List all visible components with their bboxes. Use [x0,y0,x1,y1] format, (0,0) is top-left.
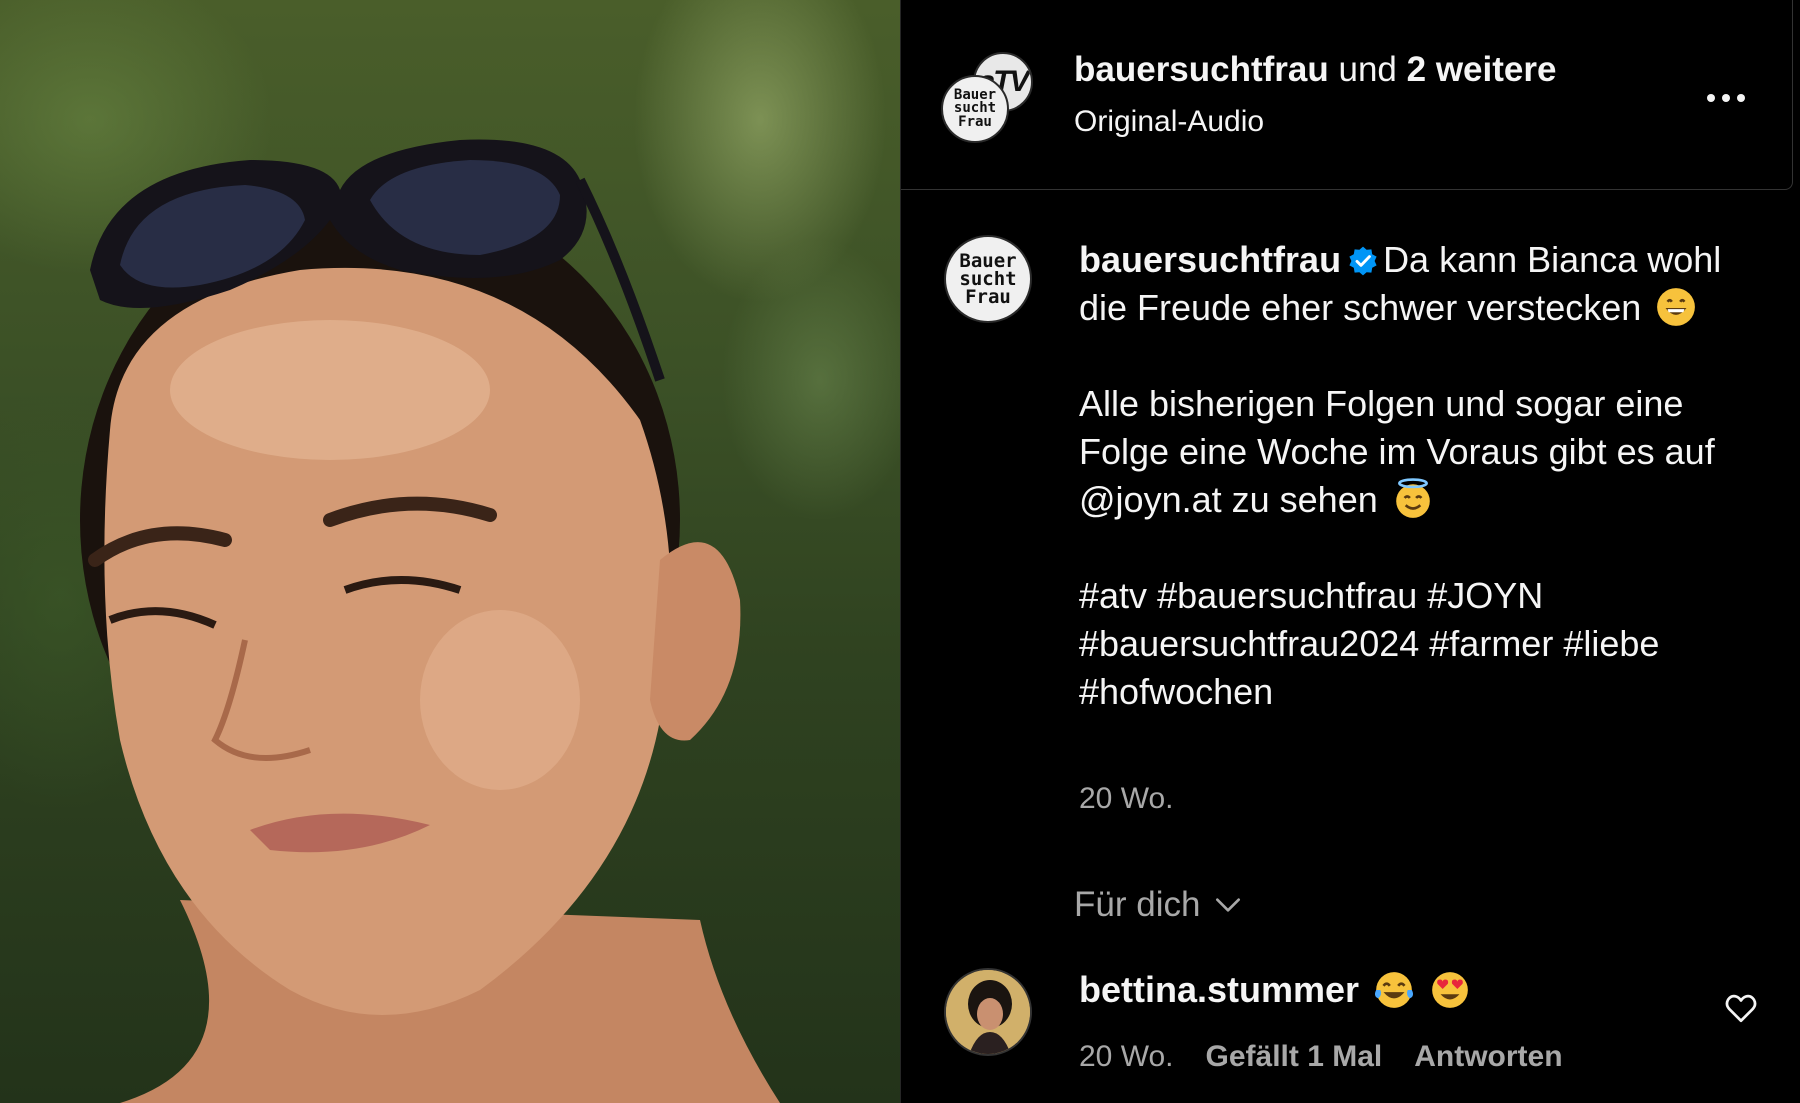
commenter-photo [946,970,1030,1054]
smiling-face-with-halo-emoji-icon [1395,478,1430,518]
caption-timestamp[interactable]: 20 Wo. [1079,782,1174,816]
more-authors-link[interactable]: 2 weitere [1407,50,1557,89]
face-with-tears-of-joy-emoji-icon [1375,972,1414,1008]
comment-body: bettina.stummer [1079,969,1471,1011]
reel-details-panel: aTV Bauer sucht Frau bauersuchtfrau und … [900,0,1800,1103]
hashtag-link[interactable]: #farmer [1429,623,1553,664]
chevron-down-icon [1216,898,1241,912]
more-horizontal-icon [1707,94,1745,102]
author-username-link[interactable]: bauersuchtfrau [1074,50,1329,89]
comments-filter-dropdown[interactable]: Für dich [1074,885,1244,925]
caption-text-2b: zu sehen [1221,479,1378,520]
hashtag-link[interactable]: #JOYN [1427,575,1543,616]
caption-text-2a: Alle bisherigen Folgen und sogar eine Fo… [1079,383,1715,472]
reel-video[interactable] [0,0,900,1103]
comment-likes-link[interactable]: Gefällt 1 Mal [1206,1040,1383,1074]
hashtag-link[interactable]: #liebe [1563,623,1659,664]
caption-author-avatar[interactable]: Bauer sucht Frau [944,235,1032,323]
more-options-button[interactable] [1696,80,1756,116]
hashtag-list: #atv #bauersuchtfrau #JOYN #bauersuchtfr… [1079,572,1739,716]
audio-link[interactable]: Original-Audio [1074,105,1264,139]
hashtag-link[interactable]: #atv [1079,575,1147,616]
hashtag-link[interactable]: #hofwochen [1079,671,1273,712]
post-caption: bauersuchtfrau Da kann Bianca wohl die F… [1079,236,1739,716]
caption-username-link[interactable]: bauersuchtfrau [1079,239,1341,280]
comment-meta: 20 Wo. Gefällt 1 Mal Antworten [1079,1040,1563,1074]
comments-filter-label: Für dich [1074,885,1201,924]
hashtag-link[interactable]: #bauersuchtfrau2024 [1079,623,1419,664]
commenter-avatar[interactable] [944,968,1032,1056]
hashtag-link[interactable]: #bauersuchtfrau [1157,575,1417,616]
mention-link[interactable]: @joyn.at [1079,479,1222,520]
smiling-face-with-heart-eyes-emoji-icon [1432,972,1468,1008]
post-authors: bauersuchtfrau und 2 weitere [1074,50,1556,90]
author-avatar[interactable]: Bauer sucht Frau [941,75,1009,143]
authors-joiner: und [1328,50,1407,89]
bauersuchtfrau-logo: Bauer sucht Frau [953,87,997,130]
video-frame [80,139,780,1103]
reply-button[interactable]: Antworten [1414,1040,1562,1074]
verified-badge-icon [1349,246,1377,276]
bauersuchtfrau-logo: Bauer sucht Frau [959,249,1017,309]
grinning-face-emoji-icon [1657,288,1696,326]
commenter-username-link[interactable]: bettina.stummer [1079,969,1359,1011]
heart-outline-icon[interactable] [1723,990,1759,1026]
post-header: aTV Bauer sucht Frau bauersuchtfrau und … [901,0,1793,190]
comment-timestamp[interactable]: 20 Wo. [1079,1040,1174,1074]
